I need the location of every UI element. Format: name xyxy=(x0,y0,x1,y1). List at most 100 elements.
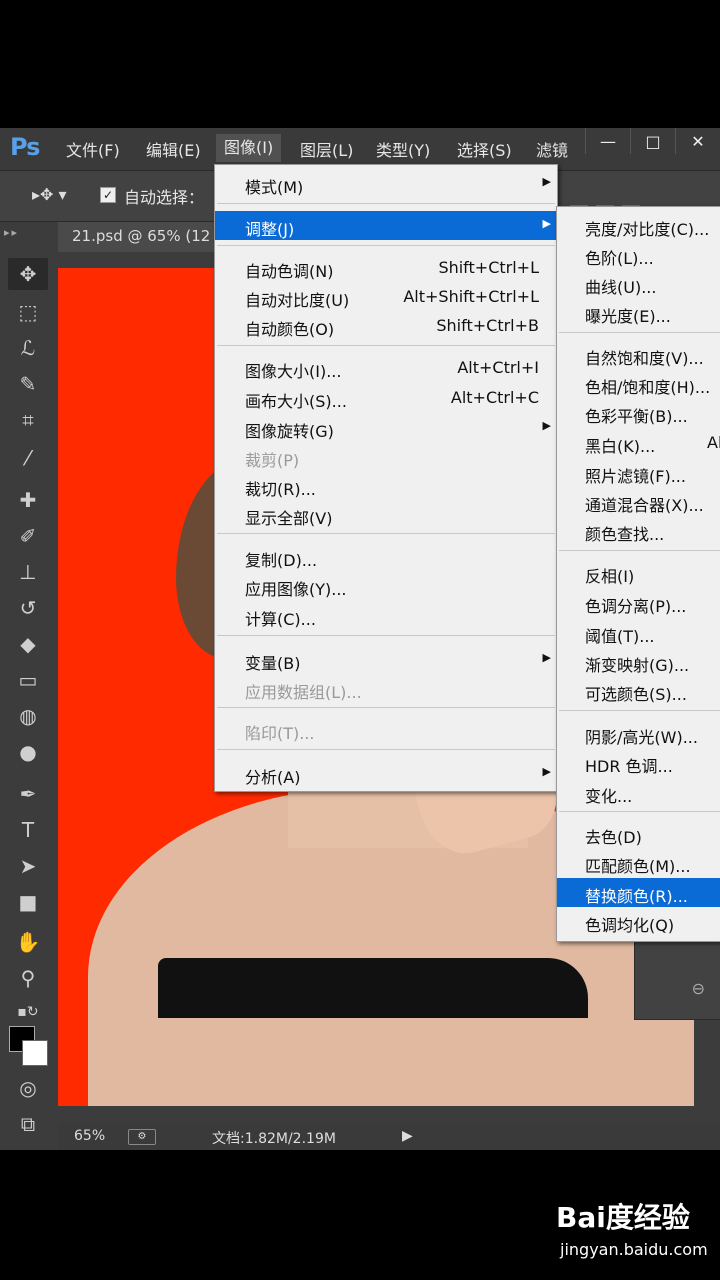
rectangle-tool-icon[interactable]: ■ xyxy=(8,886,48,918)
blur-tool-icon[interactable]: ◍ xyxy=(8,700,48,732)
submenu-item-gradient-map[interactable]: 渐变映射(G)... xyxy=(557,647,720,676)
submenu-item-color-balance[interactable]: 色彩平衡(B)... xyxy=(557,398,720,427)
submenu-item-variations[interactable]: 变化... xyxy=(557,778,720,807)
swap-colors-icon[interactable]: ▪↻ xyxy=(8,996,48,1028)
document-tab[interactable]: 21.psd @ 65% (12 xyxy=(58,222,238,252)
quick-select-tool-icon[interactable]: ✎ xyxy=(8,368,48,400)
menu-type[interactable]: 类型(Y) xyxy=(376,137,430,161)
menu-item-image-size[interactable]: 图像大小(I)... Alt+Ctrl+I xyxy=(215,353,557,382)
submenu-item-hdr-toning[interactable]: HDR 色调... xyxy=(557,748,720,777)
menu-item-variables[interactable]: 变量(B) ▶ xyxy=(215,645,557,674)
menu-item-reveal-all[interactable]: 显示全部(V) xyxy=(215,500,557,529)
menu-item-auto-tone[interactable]: 自动色调(N) Shift+Ctrl+L xyxy=(215,253,557,282)
auto-select-checkbox[interactable]: ✓ xyxy=(100,187,116,203)
menu-item-calculations[interactable]: 计算(C)... xyxy=(215,601,557,630)
submenu-item-selective-color[interactable]: 可选颜色(S)... xyxy=(557,676,720,705)
align-middle-icon[interactable] xyxy=(596,183,614,207)
pen-tool-icon[interactable]: ✒ xyxy=(8,778,48,810)
align-top-icon[interactable] xyxy=(570,183,588,207)
submenu-arrow-icon: ▶ xyxy=(542,419,551,432)
brush-tool-icon[interactable]: ✐ xyxy=(8,520,48,552)
submenu-item-hue-saturation[interactable]: 色相/饱和度(H)... xyxy=(557,369,720,398)
move-tool-icon[interactable]: ▸✥ ▾ xyxy=(32,185,67,204)
hand-tool-icon[interactable]: ✋ xyxy=(8,926,48,958)
menu-item-crop[interactable]: 裁剪(P) xyxy=(215,442,557,471)
menu-item-duplicate[interactable]: 复制(D)... xyxy=(215,542,557,571)
zoom-level[interactable]: 65% xyxy=(74,1128,105,1144)
menu-edit[interactable]: 编辑(E) xyxy=(146,137,201,161)
submenu-item-match-color[interactable]: 匹配颜色(M)... xyxy=(557,848,720,877)
screen-mode-icon[interactable]: ⧉ xyxy=(8,1108,48,1140)
menu-item-apply-data-set[interactable]: 应用数据组(L)... xyxy=(215,674,557,703)
submenu-item-posterize[interactable]: 色调分离(P)... xyxy=(557,588,720,617)
menu-item-image-rotation[interactable]: 图像旋转(G) ▶ xyxy=(215,413,557,442)
submenu-item-desaturate[interactable]: 去色(D) xyxy=(557,819,720,848)
status-menu-arrow-icon[interactable]: ▶ xyxy=(402,1128,413,1144)
submenu-item-color-lookup[interactable]: 颜色查找... xyxy=(557,516,720,545)
status-info-icon[interactable]: ⚙ xyxy=(128,1129,156,1145)
menu-image[interactable]: 图像(I) xyxy=(216,134,282,162)
submenu-item-curves[interactable]: 曲线(U)... xyxy=(557,269,720,298)
menu-item-analysis[interactable]: 分析(A) ▶ xyxy=(215,759,557,788)
link-icon[interactable]: ⊖ xyxy=(692,979,705,998)
healing-brush-icon[interactable]: ✚ xyxy=(8,484,48,516)
menu-item-auto-contrast[interactable]: 自动对比度(U) Alt+Shift+Ctrl+L xyxy=(215,282,557,311)
toolbox-grip-icon[interactable]: ▸▸ xyxy=(4,226,19,239)
submenu-item-levels[interactable]: 色阶(L)... xyxy=(557,240,720,269)
submenu-item-exposure[interactable]: 曝光度(E)... xyxy=(557,298,720,327)
menu-item-mode[interactable]: 模式(M) ▶ xyxy=(215,169,557,198)
dodge-tool-icon[interactable]: ● xyxy=(8,736,48,768)
marquee-tool-icon[interactable]: ⬚ xyxy=(8,296,48,328)
menu-item-auto-color[interactable]: 自动颜色(O) Shift+Ctrl+B xyxy=(215,311,557,340)
submenu-item-threshold[interactable]: 阈值(T)... xyxy=(557,618,720,647)
quick-mask-icon[interactable]: ◎ xyxy=(8,1072,48,1104)
menu-select[interactable]: 选择(S) xyxy=(457,137,512,161)
menu-item-trap[interactable]: 陷印(T)... xyxy=(215,715,557,744)
watermark-brand: Bai度经验 xyxy=(556,1201,690,1234)
history-brush-icon[interactable]: ↺ xyxy=(8,592,48,624)
zoom-tool-icon[interactable]: ⚲ xyxy=(8,962,48,994)
gradient-tool-icon[interactable]: ▭ xyxy=(8,664,48,696)
submenu-item-black-white[interactable]: 黑白(K)...Al xyxy=(557,428,720,457)
menu-item-adjust[interactable]: 调整(J) ▶ xyxy=(215,211,557,240)
toolbox: ▸▸ ✥ ⬚ ℒ ✎ ⌗ ⁄ ✚ ✐ ⊥ ↺ ◆ ▭ ◍ ● ✒ T ➤ ■ ✋… xyxy=(0,222,56,1150)
auto-select-label: 自动选择： xyxy=(124,188,205,207)
align-bottom-icon[interactable] xyxy=(622,183,640,207)
submenu-item-shadows-highlights[interactable]: 阴影/高光(W)... xyxy=(557,719,720,748)
menu-item-canvas-size[interactable]: 画布大小(S)... Alt+Ctrl+C xyxy=(215,383,557,412)
path-select-tool-icon[interactable]: ➤ xyxy=(8,850,48,882)
eyedropper-tool-icon[interactable]: ⁄ xyxy=(8,442,48,474)
document-tab-title: 21.psd @ 65% (12 xyxy=(72,227,211,245)
submenu-item-equalize[interactable]: 色调均化(Q) xyxy=(557,907,720,936)
move-tool-icon[interactable]: ✥ xyxy=(8,258,48,290)
minimize-button[interactable]: — xyxy=(585,128,630,154)
submenu-item-brightness-contrast[interactable]: 亮度/对比度(C)... xyxy=(557,211,720,240)
status-bar: 65% ⚙ 文档:1.82M/2.19M ▶ xyxy=(58,1124,720,1150)
submenu-item-channel-mixer[interactable]: 通道混合器(X)... xyxy=(557,487,720,516)
crop-tool-icon[interactable]: ⌗ xyxy=(8,404,48,436)
maximize-button[interactable]: □ xyxy=(630,128,675,154)
dress-image xyxy=(158,958,588,1018)
submenu-arrow-icon: ▶ xyxy=(542,217,551,230)
type-tool-icon[interactable]: T xyxy=(8,814,48,846)
submenu-item-vibrance[interactable]: 自然饱和度(V)... xyxy=(557,340,720,369)
menu-filter[interactable]: 滤镜 xyxy=(536,137,568,161)
watermark-url: jingyan.baidu.com xyxy=(560,1240,708,1259)
image-menu-dropdown: 模式(M) ▶ 调整(J) ▶ 自动色调(N) Shift+Ctrl+L 自动对比度(… xyxy=(214,164,558,792)
submenu-arrow-icon: ▶ xyxy=(542,175,551,188)
menu-layer[interactable]: 图层(L) xyxy=(300,137,353,161)
submenu-item-photo-filter[interactable]: 照片滤镜(F)... xyxy=(557,458,720,487)
submenu-item-replace-color[interactable]: 替换颜色(R)... xyxy=(557,878,720,907)
submenu-arrow-icon: ▶ xyxy=(542,651,551,664)
submenu-item-invert[interactable]: 反相(I) xyxy=(557,558,720,587)
background-color-swatch[interactable] xyxy=(22,1040,48,1066)
window-controls: — □ ✕ xyxy=(585,128,720,154)
close-button[interactable]: ✕ xyxy=(675,128,720,154)
menu-item-trim[interactable]: 裁切(R)... xyxy=(215,471,557,500)
menu-file[interactable]: 文件(F) xyxy=(66,137,120,161)
lasso-tool-icon[interactable]: ℒ xyxy=(8,332,48,364)
menu-item-apply-image[interactable]: 应用图像(Y)... xyxy=(215,571,557,600)
clone-stamp-icon[interactable]: ⊥ xyxy=(8,556,48,588)
adjustments-submenu: 亮度/对比度(C)... 色阶(L)... 曲线(U)... 曝光度(E)...… xyxy=(556,206,720,942)
eraser-tool-icon[interactable]: ◆ xyxy=(8,628,48,660)
